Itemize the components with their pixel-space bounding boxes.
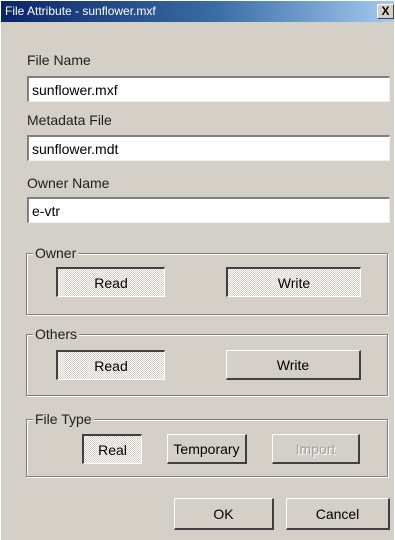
file-type-group-label: File Type bbox=[33, 410, 94, 428]
title-bar[interactable]: File Attribute - sunflower.mxf X bbox=[1, 1, 394, 22]
owner-name-label: Owner Name bbox=[27, 175, 110, 191]
metadata-file-field[interactable] bbox=[27, 135, 390, 161]
window-title: File Attribute - sunflower.mxf bbox=[5, 4, 156, 18]
owner-write-button[interactable]: Write bbox=[226, 267, 361, 297]
others-read-button[interactable]: Read bbox=[56, 350, 165, 380]
owner-read-button[interactable]: Read bbox=[56, 267, 165, 297]
temporary-button[interactable]: Temporary bbox=[167, 434, 247, 464]
others-group-label: Others bbox=[33, 325, 80, 343]
owner-name-field[interactable] bbox=[27, 197, 390, 223]
metadata-file-label: Metadata File bbox=[27, 112, 112, 128]
real-button[interactable]: Real bbox=[82, 434, 142, 464]
file-name-field[interactable] bbox=[27, 76, 390, 102]
file-attribute-dialog: File Attribute - sunflower.mxf X File Na… bbox=[0, 0, 394, 540]
close-button[interactable]: X bbox=[377, 4, 394, 19]
cancel-button[interactable]: Cancel bbox=[286, 498, 390, 530]
file-type-group: File Type Real Temporary Import bbox=[26, 410, 388, 477]
ok-button[interactable]: OK bbox=[174, 498, 274, 530]
close-icon: X bbox=[381, 4, 390, 18]
import-button[interactable]: Import bbox=[272, 434, 360, 464]
owner-group: Owner Read Write bbox=[26, 244, 388, 315]
file-name-label: File Name bbox=[27, 52, 91, 68]
others-write-button[interactable]: Write bbox=[226, 350, 361, 380]
owner-group-label: Owner bbox=[33, 244, 79, 262]
others-group: Others Read Write bbox=[26, 325, 388, 396]
